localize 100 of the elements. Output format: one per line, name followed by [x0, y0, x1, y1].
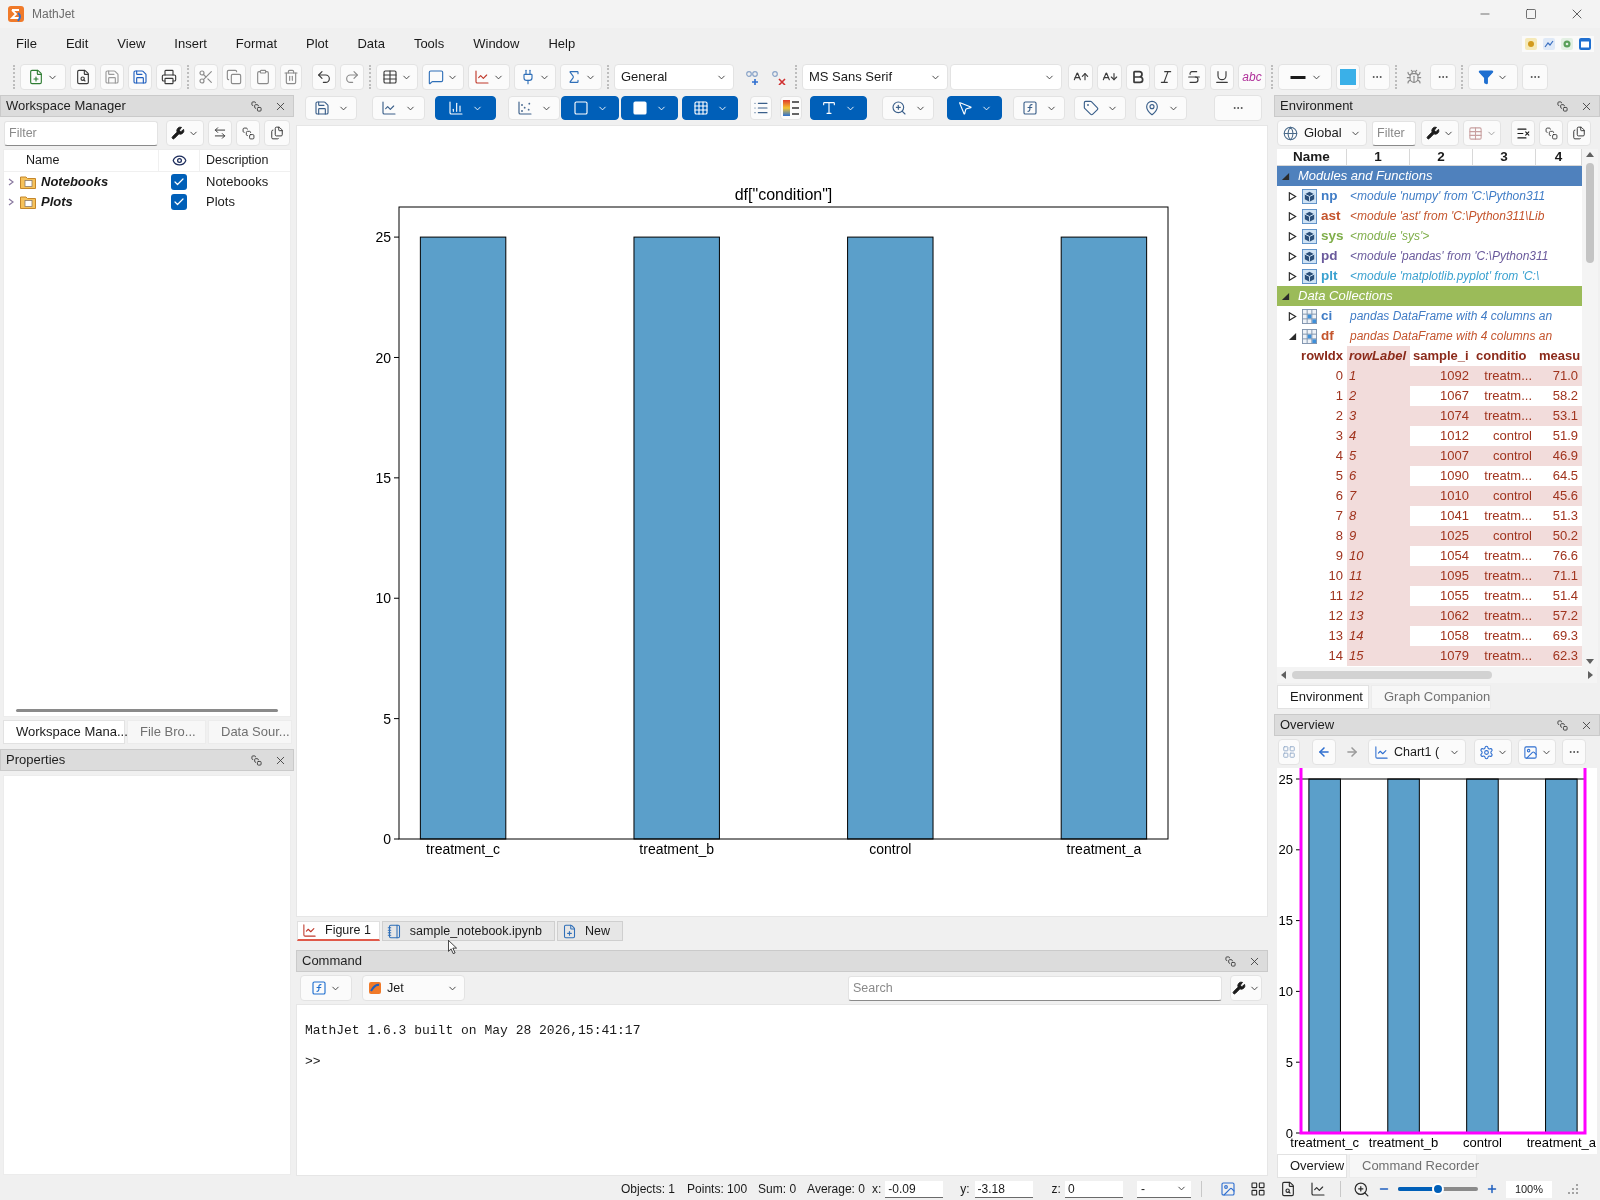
zoom-fit-button[interactable] — [1352, 1180, 1370, 1198]
filter-field[interactable]: Filter — [4, 120, 158, 146]
zoom-field[interactable]: 100% — [1505, 1180, 1552, 1198]
panel-tab[interactable]: File Bro... — [127, 720, 206, 744]
variable-name[interactable]: np — [1321, 185, 1338, 207]
chart-icon[interactable] — [1543, 38, 1555, 50]
variable-name[interactable]: ast — [1321, 205, 1341, 227]
interpreter-dropdown[interactable]: Jet — [362, 975, 465, 1001]
cut-button[interactable] — [194, 64, 218, 90]
resize-grip-icon[interactable] — [1567, 1184, 1578, 1194]
column-header[interactable]: conditio — [1473, 346, 1536, 366]
line-style-button[interactable] — [1278, 64, 1332, 90]
fill-button[interactable] — [621, 96, 678, 120]
panel-tab[interactable]: Graph Companion — [1371, 685, 1491, 709]
comment-button[interactable] — [422, 64, 464, 90]
restore-button[interactable] — [1223, 954, 1237, 968]
panel-tab[interactable]: Overview — [1277, 1154, 1347, 1178]
collapsed-triangle-icon[interactable] — [1288, 271, 1297, 281]
group-header[interactable]: Modules and Functions — [1277, 166, 1582, 186]
scrollbar-thumb[interactable] — [1292, 671, 1492, 679]
scrollbar-thumb[interactable] — [1586, 163, 1594, 263]
document-tab[interactable]: sample_notebook.ipynb — [381, 921, 555, 941]
colormap-button[interactable] — [780, 96, 802, 120]
window-icon[interactable] — [1579, 38, 1591, 50]
fill-color-button[interactable] — [1336, 64, 1360, 90]
chart-dropdown[interactable]: Chart1 ( — [1368, 739, 1466, 765]
chevron-right-icon[interactable] — [7, 198, 15, 206]
tools-button[interactable] — [1421, 120, 1459, 146]
chart-settings-button[interactable] — [1474, 739, 1512, 765]
font-dropdown[interactable]: MS Sans Serif — [802, 64, 948, 90]
document-tab[interactable]: Figure 1 — [297, 921, 380, 941]
column-header[interactable]: measu — [1536, 346, 1582, 366]
unit-dropdown[interactable]: - — [1136, 1180, 1191, 1198]
z-field[interactable]: 0 — [1064, 1180, 1123, 1198]
copy-button[interactable] — [222, 64, 246, 90]
legend-button[interactable] — [750, 96, 772, 120]
underline-button[interactable] — [1210, 64, 1234, 90]
plot-button[interactable] — [1309, 1181, 1326, 1197]
column-header[interactable]: Name — [4, 151, 158, 170]
export-image-button[interactable] — [1518, 739, 1556, 765]
checkbox[interactable] — [171, 174, 187, 190]
tools-button[interactable] — [1230, 975, 1262, 1001]
column-header[interactable]: 3 — [1473, 149, 1536, 165]
variable-name[interactable]: pd — [1321, 245, 1338, 267]
menu-item[interactable]: Data — [357, 34, 385, 54]
column-header[interactable]: Name — [1277, 149, 1347, 165]
panel-tab[interactable]: Environment — [1277, 685, 1369, 709]
plot-type-button[interactable] — [372, 96, 425, 120]
scope-dropdown[interactable]: Global — [1277, 120, 1367, 146]
menu-item[interactable]: Edit — [65, 34, 89, 54]
zoom-in-button[interactable] — [1485, 1183, 1498, 1195]
checkbox[interactable] — [171, 194, 187, 210]
column-header[interactable]: rowIdx — [1277, 346, 1347, 366]
plugin-button[interactable] — [514, 64, 556, 90]
formula-button[interactable] — [560, 64, 602, 90]
column-header[interactable]: Description — [200, 151, 269, 170]
document-tab[interactable]: New — [556, 921, 623, 941]
print-button[interactable] — [156, 64, 182, 90]
menu-item[interactable]: Format — [235, 34, 277, 54]
tree-item-label[interactable]: Plots — [41, 192, 73, 212]
tools-button[interactable] — [166, 120, 204, 146]
bar-style-button[interactable] — [435, 96, 496, 120]
font-color-button[interactable]: abc — [1238, 64, 1266, 90]
panel-tab[interactable]: Data Sour... — [208, 720, 292, 744]
panel-tab[interactable]: Workspace Mana... — [3, 720, 125, 744]
italic-button[interactable] — [1154, 64, 1178, 90]
expanded-triangle-icon[interactable] — [1281, 291, 1290, 301]
restore-button[interactable] — [1555, 718, 1569, 732]
variable-name[interactable]: df — [1321, 325, 1334, 347]
filter-field[interactable]: Filter — [1372, 120, 1416, 146]
column-header[interactable]: rowLabel — [1347, 346, 1410, 366]
vertical-scrollbar[interactable] — [1582, 149, 1598, 667]
frame-button[interactable] — [561, 96, 619, 120]
restore-button[interactable] — [1555, 99, 1569, 113]
expanded-triangle-icon[interactable] — [1288, 331, 1297, 341]
delete-button[interactable] — [280, 64, 302, 90]
function-button[interactable] — [300, 975, 352, 1001]
horizontal-scrollbar[interactable] — [1277, 667, 1597, 683]
scatter-button[interactable] — [508, 96, 560, 120]
chart-button[interactable] — [468, 64, 510, 90]
clear-button[interactable] — [1511, 120, 1535, 146]
open-button[interactable] — [70, 64, 96, 90]
restore-layout-button[interactable] — [1539, 120, 1563, 146]
back-button[interactable] — [1312, 739, 1336, 765]
menu-item[interactable]: Insert — [174, 34, 207, 54]
title-button[interactable] — [810, 96, 867, 120]
collapsed-triangle-icon[interactable] — [1288, 251, 1297, 261]
chevron-right-icon[interactable] — [7, 178, 15, 186]
x-field[interactable]: -0.09 — [885, 1180, 944, 1198]
ring-icon[interactable] — [1561, 38, 1573, 50]
function-button[interactable] — [1013, 96, 1065, 120]
collapsed-triangle-icon[interactable] — [1288, 231, 1297, 241]
grow-font-button[interactable] — [1068, 64, 1093, 90]
slider-thumb[interactable] — [1431, 1183, 1444, 1195]
marker-button[interactable] — [1135, 96, 1187, 120]
restore-layout-button[interactable] — [236, 120, 260, 146]
paste-button[interactable] — [250, 64, 276, 90]
undo-button[interactable] — [312, 64, 336, 90]
restore-button[interactable] — [249, 753, 263, 767]
column-header[interactable]: sample_i — [1410, 346, 1473, 366]
